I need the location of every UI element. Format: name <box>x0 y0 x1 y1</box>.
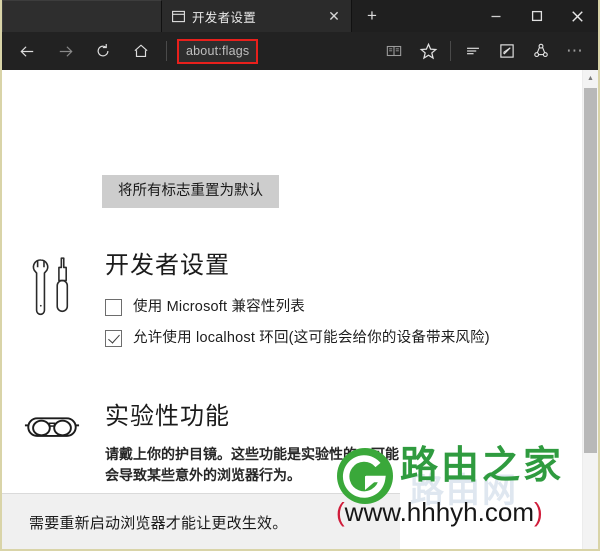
scrollbar-thumb[interactable] <box>584 88 597 453</box>
nav-divider <box>166 41 167 61</box>
address-bar[interactable]: about:flags <box>173 34 377 68</box>
tools-icon <box>20 254 84 322</box>
page-icon <box>172 10 185 23</box>
reset-all-flags-button[interactable]: 将所有标志重置为默认 <box>102 175 279 209</box>
window-controls <box>475 0 598 32</box>
share-icon[interactable] <box>524 34 558 68</box>
close-icon[interactable]: ✕ <box>323 5 345 27</box>
checkbox-row[interactable]: 使用 Microsoft 兼容性列表 <box>105 298 542 316</box>
toolbar-icons: ⋯ <box>377 34 592 68</box>
minimize-icon[interactable] <box>475 0 516 32</box>
developer-checkbox-list: 使用 Microsoft 兼容性列表 允许使用 localhost 环回(这可能… <box>105 298 542 347</box>
tab-developer-settings[interactable]: 开发者设置 ✕ <box>162 0 352 32</box>
refresh-icon[interactable] <box>84 34 122 68</box>
checkbox-localhost-loopback[interactable] <box>105 329 122 347</box>
tab-title: 开发者设置 <box>192 10 257 25</box>
section-title: 开发者设置 <box>105 252 230 279</box>
notification-message: 需要重新启动浏览器才能让更改生效。 <box>29 515 288 532</box>
tab-blank[interactable] <box>2 0 162 32</box>
checkbox-row[interactable]: 允许使用 localhost 环回(这可能会给你的设备带来风险) <box>105 329 542 347</box>
goggles-icon <box>20 413 84 443</box>
section-description: 请戴上你的护目镜。这些功能是实验性的，可能会导致某些意外的浏览器行为。 <box>105 445 399 484</box>
checkbox-label: 允许使用 localhost 环回(这可能会给你的设备带来风险) <box>133 329 490 346</box>
web-note-icon[interactable] <box>490 34 524 68</box>
flags-page: 将所有标志重置为默认 开发者设置 使用 Microsoft 兼容性列表 允许使用… <box>2 70 586 549</box>
forward-icon[interactable] <box>46 34 84 68</box>
back-icon[interactable] <box>8 34 46 68</box>
address-input[interactable]: about:flags <box>186 44 249 58</box>
maximize-icon[interactable] <box>516 0 557 32</box>
scroll-up-icon[interactable]: ▲ <box>583 70 598 86</box>
page-scrollbar[interactable]: ▲ <box>582 70 598 549</box>
address-highlight-box: about:flags <box>177 38 259 64</box>
page-content: 将所有标志重置为默认 开发者设置 使用 Microsoft 兼容性列表 允许使用… <box>2 70 598 549</box>
section-title: 实验性功能 <box>105 403 230 430</box>
hub-icon[interactable] <box>456 34 490 68</box>
tab-bar-spacer <box>392 0 475 32</box>
tab-bar: 开发者设置 ✕ + <box>2 0 598 32</box>
home-icon[interactable] <box>122 34 160 68</box>
new-tab-button[interactable]: + <box>352 0 392 32</box>
navigation-bar: about:flags ⋯ <box>2 32 598 70</box>
checkbox-compat-list[interactable] <box>105 298 122 316</box>
close-window-icon[interactable] <box>557 0 598 32</box>
developer-settings-body: 开发者设置 使用 Microsoft 兼容性列表 允许使用 localhost … <box>105 252 542 347</box>
reading-view-icon[interactable] <box>377 34 411 68</box>
favorites-star-icon[interactable] <box>411 34 445 68</box>
toolbar-divider <box>450 41 451 61</box>
restart-notification-bar: 需要重新启动浏览器才能让更改生效。 <box>2 493 400 549</box>
more-icon[interactable]: ⋯ <box>558 34 592 68</box>
checkbox-label: 使用 Microsoft 兼容性列表 <box>133 298 305 315</box>
section-developer-settings: 开发者设置 使用 Microsoft 兼容性列表 允许使用 localhost … <box>2 252 542 360</box>
browser-window: 开发者设置 ✕ + about:flags ⋯ 将所有标志重置为默认 开发者设置… <box>0 0 600 551</box>
